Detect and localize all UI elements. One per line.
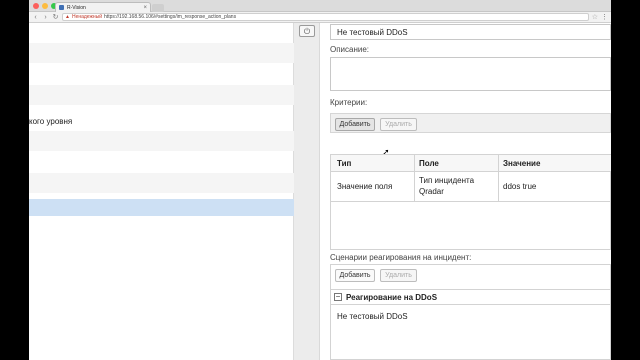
list-item[interactable]: [29, 23, 294, 43]
list-item[interactable]: кого уровня: [29, 111, 294, 131]
name-field-value: Не тестовый DDoS: [337, 28, 408, 37]
description-field[interactable]: [330, 57, 611, 91]
window-controls: [33, 3, 57, 9]
scenario-remove-button[interactable]: Удалить: [380, 269, 417, 282]
security-label: Ненадежный: [71, 14, 103, 20]
browser-tab[interactable]: R-Vision ×: [55, 2, 151, 12]
forward-icon[interactable]: ›: [42, 14, 49, 21]
scenario-item[interactable]: Не тестовый DDoS: [337, 312, 408, 321]
list-item-selected[interactable]: [29, 199, 294, 216]
right-form-pane: Не тестовый DDoS Описание: Критерии: Доб…: [320, 23, 611, 360]
scenarios-label: Сценарии реагирования на инцидент:: [330, 253, 472, 262]
list-item[interactable]: [29, 173, 294, 193]
pane-splitter[interactable]: ⏻: [294, 23, 320, 360]
cell-field-line1: Тип инцидента: [419, 176, 475, 185]
url-text: https://192.168.56.106/#settings/im_resp…: [104, 14, 237, 20]
list-item[interactable]: [29, 131, 294, 151]
list-item[interactable]: [29, 43, 294, 63]
address-bar[interactable]: ▲ Ненадежный https://192.168.56.106/#set…: [62, 13, 589, 21]
name-field[interactable]: Не тестовый DDoS: [330, 24, 611, 40]
new-tab-button[interactable]: [152, 4, 164, 12]
favicon-icon: [59, 5, 64, 10]
cell-value: ddos true: [503, 182, 537, 191]
cell-field-line2: Qradar: [419, 187, 444, 196]
table-row[interactable]: Значение поля Тип инцидента Qradar ddos …: [331, 172, 611, 202]
screen: R-Vision × ‹ › ↻ ▲ Ненадежный https://19…: [29, 0, 611, 360]
warning-icon: ▲: [65, 14, 70, 20]
minimize-window-button[interactable]: [42, 3, 48, 9]
list-item[interactable]: [29, 65, 294, 85]
back-icon[interactable]: ‹: [32, 14, 39, 21]
list-item[interactable]: [29, 153, 294, 173]
cell-type: Значение поля: [337, 182, 393, 191]
list-item-label: кого уровня: [29, 117, 73, 126]
scenario-add-button[interactable]: Добавить: [335, 269, 375, 282]
collapse-icon[interactable]: −: [334, 293, 342, 301]
criteria-add-button[interactable]: Добавить: [335, 118, 375, 131]
power-icon[interactable]: ⏻: [299, 25, 315, 37]
tab-close-icon[interactable]: ×: [143, 5, 147, 11]
description-label: Описание:: [330, 45, 370, 54]
scenario-group-title: Реагирование на DDoS: [346, 293, 438, 302]
reload-icon[interactable]: ↻: [52, 14, 59, 21]
left-list-pane: кого уровня: [29, 23, 294, 360]
criteria-label: Критерии:: [330, 98, 368, 107]
browser-menu-icon[interactable]: ⋮: [601, 13, 608, 21]
scenarios-panel: Добавить Удалить − Реагирование на DDoS …: [330, 264, 611, 360]
criteria-toolbar: Добавить Удалить: [330, 113, 611, 133]
criteria-table: Тип Поле Значение Значение поля Тип инци…: [330, 154, 611, 250]
criteria-remove-button[interactable]: Удалить: [380, 118, 417, 131]
column-type[interactable]: Тип: [337, 159, 351, 168]
browser-toolbar: ‹ › ↻ ▲ Ненадежный https://192.168.56.10…: [29, 12, 611, 23]
table-header: Тип Поле Значение: [331, 155, 611, 172]
column-field[interactable]: Поле: [419, 159, 439, 168]
close-window-button[interactable]: [33, 3, 39, 9]
browser-titlebar: R-Vision ×: [29, 0, 611, 12]
list-item[interactable]: [29, 85, 294, 105]
scenario-group-header[interactable]: − Реагирование на DDoS: [331, 289, 611, 305]
tab-title: R-Vision: [67, 4, 86, 11]
column-value[interactable]: Значение: [503, 159, 540, 168]
bookmark-star-icon[interactable]: ☆: [592, 13, 598, 21]
